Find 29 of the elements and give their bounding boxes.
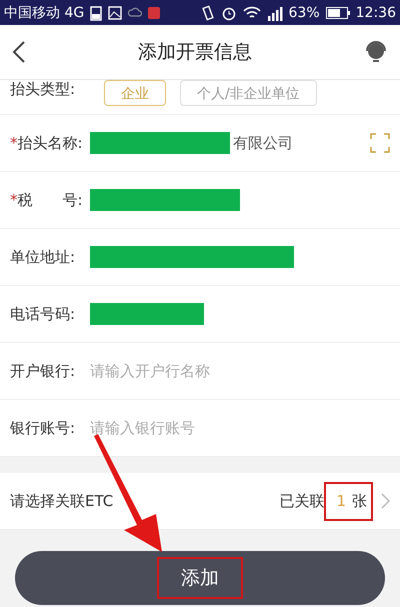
count-unit: 张 <box>352 492 367 510</box>
field-label: 单位地址: <box>10 248 76 266</box>
battery-charging-icon <box>90 4 102 20</box>
add-button[interactable]: 添加 <box>15 551 385 605</box>
vibrate-icon <box>200 4 215 20</box>
clock-time: 12:36 <box>356 4 396 20</box>
field-label: *抬头名称: <box>10 134 84 152</box>
etc-card-label[interactable]: 请选择关联ETC <box>10 492 114 510</box>
image-icon <box>108 6 122 20</box>
field-label: 开户银行: <box>10 362 76 380</box>
back-icon[interactable] <box>12 41 26 63</box>
linked-text: 已关联 <box>279 492 324 510</box>
signal-icon <box>266 4 283 20</box>
app-icon <box>148 6 160 18</box>
headset-icon[interactable] <box>364 40 388 64</box>
field-label: 银行账号: <box>10 418 76 438</box>
carrier-text: 中国移动 4G <box>4 4 84 22</box>
cloud-icon <box>128 6 142 18</box>
input-field[interactable]: 请输入银行账号 <box>90 419 390 437</box>
field-value: 有限公司 <box>233 134 293 152</box>
battery-icon <box>326 6 350 18</box>
linked-count: 1 <box>336 492 346 510</box>
page-title: 添加开票信息 <box>137 40 253 65</box>
field-label: 电话号码: <box>10 304 76 324</box>
battery-percent: 63% <box>288 4 320 20</box>
input-field[interactable]: 请输入开户行名称 <box>90 362 390 380</box>
field-label: 抬头类型: <box>10 80 76 99</box>
wifi-icon <box>242 6 261 20</box>
field-label: *税 号: <box>10 190 84 210</box>
